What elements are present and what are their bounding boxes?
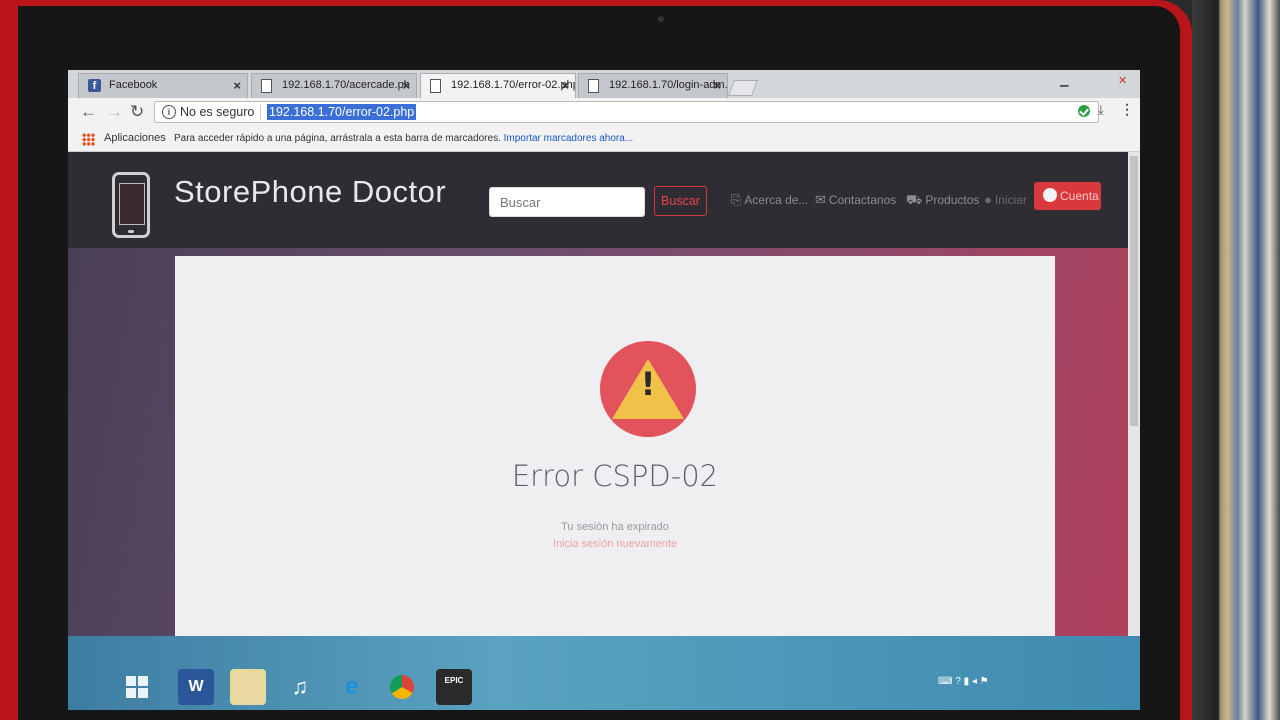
page-icon [430,79,441,93]
account-button[interactable]: Cuenta [1034,182,1101,210]
nav-login-label: Iniciar [994,193,1027,207]
tab-label: 192.168.1.70/error-02.php [451,79,576,91]
minimize-icon[interactable]: ▁ [1060,74,1068,87]
webcam [658,16,664,22]
web-page: StorePhone Doctor Buscar ⎘Acerca de... ✉… [68,152,1128,672]
epic-games-icon[interactable]: EPIC [436,669,472,705]
new-tab-button[interactable] [728,80,758,96]
site-brand[interactable]: StorePhone Doctor [174,174,446,210]
tab-strip: f Facebook × 192.168.1.70/acercade.ph × … [68,70,1140,98]
tab-facebook[interactable]: f Facebook × [78,73,248,98]
itunes-icon[interactable]: ♫ [282,669,318,705]
menu-icon[interactable]: ⋮ [1120,101,1134,118]
user-icon: ● [984,192,992,207]
divider [260,105,261,120]
keyboard-icon[interactable]: ⌨ [938,676,952,687]
word-icon[interactable]: W [178,669,214,705]
error-title: Error CSPD-02 [511,459,719,493]
bookmark-icon: ⎘ [731,192,742,207]
bookmarks-bar: Aplicaciones Para acceder rápido a una p… [68,126,1140,152]
os-taskbar: W ♫ e EPIC ⌨ ? ▮ ◂ ⚑ [68,636,1140,710]
exclamation-mark: ! [640,365,656,403]
nav-contact[interactable]: ✉ Contactanos [815,192,896,208]
reload-icon[interactable]: ↻ [130,102,144,122]
close-icon[interactable]: × [713,78,721,93]
tab-login-adm[interactable]: 192.168.1.70/login-adm.p × [578,73,728,98]
relogin-link[interactable]: Inicia sesión nuevamente [175,538,1055,550]
tab-error-02[interactable]: 192.168.1.70/error-02.php × [420,73,576,98]
import-bookmarks-link[interactable]: Importar marcadores ahora... [504,133,634,144]
tab-acercade[interactable]: 192.168.1.70/acercade.ph × [251,73,417,98]
facebook-icon: f [88,79,101,92]
bookmarks-hint: Para acceder rápido a una página, arrást… [174,133,633,144]
download-icon[interactable]: ⤓ [1098,102,1104,118]
nav-about-label: Acerca de... [744,193,809,207]
tab-label: 192.168.1.70/acercade.ph [282,79,410,91]
close-icon[interactable]: × [402,78,410,93]
screen: f Facebook × 192.168.1.70/acercade.ph × … [68,70,1140,710]
nav-about[interactable]: ⎘ Acerca de... [731,192,808,208]
system-tray: ⌨ ? ▮ ◂ ⚑ [938,676,989,696]
tab-label: Facebook [109,79,158,91]
nav-login[interactable]: ● Iniciar [984,192,1027,207]
network-icon[interactable]: ▮ [964,676,970,687]
search-input[interactable] [489,187,645,217]
apps-link[interactable]: Aplicaciones [104,132,166,144]
close-window-icon[interactable]: ✕ [1118,74,1127,87]
back-icon[interactable]: ← [80,102,97,122]
volume-icon[interactable]: ◂ [972,676,977,687]
page-scrollbar[interactable] [1128,152,1140,672]
phone-logo-icon[interactable] [112,172,150,238]
info-icon[interactable]: i [162,105,176,119]
nav-products[interactable]: ⛟ Productos [906,192,979,210]
internet-explorer-icon[interactable]: e [334,669,370,705]
account-label: Cuenta [1060,189,1099,203]
user-circle-icon [1043,188,1057,202]
address-bar[interactable]: i No es seguro 192.168.1.70/error-02.php… [154,101,1099,123]
tab-label: 192.168.1.70/login-adm.p [609,79,728,91]
search-button[interactable]: Buscar [654,186,707,216]
url-text[interactable]: 192.168.1.70/error-02.php [267,104,417,120]
forward-icon[interactable]: → [106,102,123,122]
nav-products-label: Productos [925,193,980,207]
extension-check-icon[interactable] [1078,105,1090,117]
flag-icon[interactable]: ⚑ [980,676,989,687]
cart-icon: ⛟ [906,192,923,207]
page-icon [261,79,272,93]
apps-icon[interactable] [82,133,95,146]
page-icon [588,79,599,93]
chrome-logo [390,675,414,699]
error-message: Tu sesión ha expirado [561,521,669,533]
bookmarks-hint-text: Para acceder rápido a una página, arrást… [174,133,501,144]
file-explorer-icon[interactable] [230,669,266,705]
browser-toolbar: ← → ↻ i No es seguro 192.168.1.70/error-… [68,98,1140,126]
security-label[interactable]: No es seguro [180,105,254,119]
chrome-icon[interactable] [384,669,420,705]
scroll-thumb[interactable] [1130,156,1138,426]
background-bookshelf [1192,0,1280,720]
envelope-icon: ✉ [815,192,826,207]
warning-icon: ! [600,341,696,437]
windows-start-icon[interactable] [126,676,148,698]
close-icon[interactable]: × [233,78,241,93]
site-navbar: StorePhone Doctor Buscar ⎘Acerca de... ✉… [68,152,1128,248]
help-icon[interactable]: ? [955,676,961,687]
close-icon[interactable]: × [561,78,569,93]
error-card: ! Error CSPD-02 Tu sesión ha expirado In… [175,256,1055,646]
nav-contact-label: Contactanos [828,193,897,207]
